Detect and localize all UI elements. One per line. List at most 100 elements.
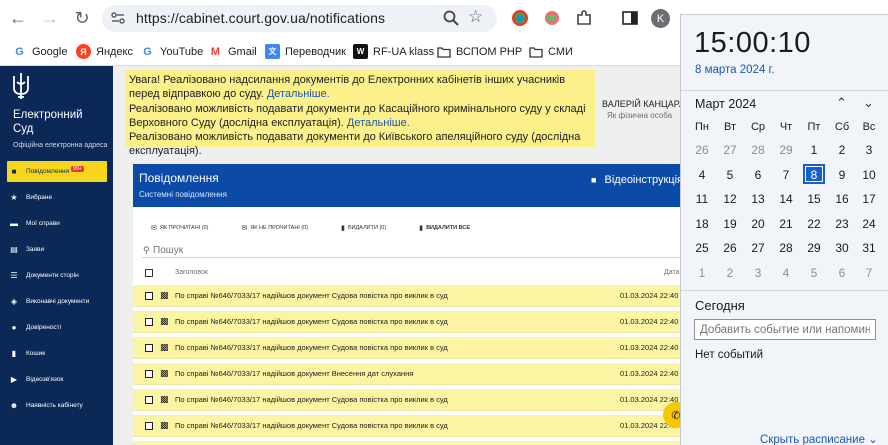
clock-date[interactable]: 8 марта 2024 г. — [695, 64, 775, 76]
calendar-day[interactable]: 9 — [828, 164, 856, 186]
calendar-day[interactable]: 23 — [828, 213, 856, 235]
bookmark-star-icon[interactable]: ☆ — [468, 7, 483, 27]
calendar-day[interactable]: 4 — [772, 262, 800, 284]
row-checkbox[interactable] — [145, 422, 153, 430]
calendar-day[interactable]: 16 — [828, 188, 856, 210]
delete-selected-button[interactable]: ▮ ВИДАЛИТИ (0) — [341, 223, 386, 233]
calendar-day[interactable]: 3 — [744, 262, 772, 284]
calendar-day[interactable]: 2 — [716, 262, 744, 284]
user-name[interactable]: ВАЛЕРІЙ КАНЦАРА — [602, 99, 680, 109]
row-subject[interactable]: По справі №646/7033/17 надійшов документ… — [175, 291, 448, 300]
calendar-day[interactable]: 5 — [716, 164, 744, 186]
sidebar-item-video-link[interactable]: ▶ Відеозв'язок — [7, 369, 107, 389]
calendar-day[interactable]: 29 — [800, 237, 828, 259]
table-row[interactable]: ▩По справі №646/7033/17 надійшов докумен… — [133, 363, 680, 385]
calendar-day[interactable]: 19 — [716, 213, 744, 235]
bookmark-vspom-php[interactable]: ВСПОМ PHP — [436, 43, 522, 60]
side-panel-icon[interactable] — [621, 9, 639, 27]
calendar-day[interactable]: 6 — [828, 262, 856, 284]
calendar-day[interactable]: 27 — [744, 237, 772, 259]
row-subject[interactable]: По справі №646/7033/17 надійшов документ… — [175, 421, 448, 430]
calendar-day[interactable]: 26 — [688, 139, 716, 161]
table-row[interactable]: ▩По справі №646/7033/17 надійшов докумен… — [133, 441, 680, 445]
calendar-day[interactable]: 17 — [855, 188, 883, 210]
bookmark-rf-ua-klass[interactable]: W RF-UA klass — [353, 43, 434, 60]
bookmark-yandex[interactable]: Я Яндекс — [76, 43, 133, 60]
reload-icon[interactable]: ↻ — [70, 6, 94, 30]
bookmark-google[interactable]: G Google — [12, 43, 67, 60]
row-subject[interactable]: По справі №646/7033/17 надійшов документ… — [175, 317, 448, 326]
row-subject[interactable]: По справі №646/7033/17 надійшов документ… — [175, 369, 413, 378]
calendar-day[interactable]: 15 — [800, 188, 828, 210]
table-row[interactable]: ▩По справі №646/7033/17 надійшов докумен… — [133, 285, 680, 307]
bookmark-youtube[interactable]: G YouTube — [140, 43, 203, 60]
table-row[interactable]: ▩По справі №646/7033/17 надійшов докумен… — [133, 415, 680, 437]
calendar-day[interactable]: 10 — [855, 164, 883, 186]
row-subject[interactable]: По справі №646/7033/17 надійшов документ… — [175, 395, 448, 404]
calendar-day[interactable]: 29 — [772, 139, 800, 161]
select-all-checkbox[interactable] — [145, 269, 153, 277]
row-checkbox[interactable] — [145, 318, 153, 326]
sidebar-item-applications[interactable]: ▤ Заяви — [7, 239, 107, 259]
calendar-day[interactable]: 30 — [828, 237, 856, 259]
row-checkbox[interactable] — [145, 396, 153, 404]
flag-extension-icon[interactable] — [543, 9, 561, 27]
details-link-2[interactable]: Детальніше. — [347, 117, 410, 129]
sidebar-item-trash[interactable]: ▮ Кошик — [7, 343, 107, 363]
bookmark-gmail[interactable]: M Gmail — [208, 43, 257, 60]
bookmark-translator[interactable]: 文 Переводчик — [265, 43, 346, 60]
row-checkbox[interactable] — [145, 292, 153, 300]
calendar-day[interactable]: 7 — [772, 164, 800, 186]
sidebar-item-party-documents[interactable]: ☰ Документи сторін — [7, 265, 107, 285]
color-picker-extension-icon[interactable] — [511, 9, 529, 27]
calendar-day[interactable]: 12 — [716, 188, 744, 210]
calendar-day[interactable]: 24 — [855, 213, 883, 235]
details-link-1[interactable]: Детальніше. — [267, 88, 330, 100]
row-checkbox[interactable] — [145, 370, 153, 378]
calendar-day[interactable]: 25 — [688, 237, 716, 259]
sidebar-item-executive-documents[interactable]: ◈ Виконавчі документи — [7, 291, 107, 311]
forward-icon[interactable]: → — [38, 6, 62, 30]
sidebar-item-my-cases[interactable]: ▬ Мої справи — [7, 213, 107, 233]
calendar-month-label[interactable]: Март 2024 — [695, 97, 756, 111]
calendar-day[interactable]: 20 — [744, 213, 772, 235]
calendar-day[interactable]: 28 — [744, 139, 772, 161]
chevron-up-icon[interactable]: ⌃ — [836, 95, 847, 111]
row-checkbox[interactable] — [145, 344, 153, 352]
sidebar-item-cabinet-availability[interactable]: ☻ Наявність кабінету — [7, 395, 107, 415]
site-settings-icon[interactable] — [110, 10, 126, 26]
calendar-day[interactable]: 31 — [855, 237, 883, 259]
calendar-day-today[interactable]: 8 — [800, 163, 828, 186]
calendar-day[interactable]: 1 — [688, 262, 716, 284]
calendar-day[interactable]: 14 — [772, 188, 800, 210]
zoom-icon[interactable] — [442, 9, 460, 27]
column-subject[interactable]: Заголовок — [175, 269, 208, 276]
calendar-day[interactable]: 21 — [772, 213, 800, 235]
address-bar[interactable]: https://cabinet.court.gov.ua/notificatio… — [102, 5, 497, 32]
calendar-day[interactable]: 4 — [688, 164, 716, 186]
extensions-puzzle-icon[interactable] — [575, 9, 593, 27]
sidebar-item-powers-of-attorney[interactable]: ● Довіреності — [7, 317, 107, 337]
calendar-day[interactable]: 6 — [744, 164, 772, 186]
delete-all-button[interactable]: ▮ ВИДАЛИТИ ВСЕ — [419, 223, 470, 233]
chevron-down-icon[interactable]: ⌄ — [863, 95, 874, 111]
column-date[interactable]: Дата — [664, 269, 680, 276]
add-event-input[interactable] — [694, 319, 876, 340]
sidebar-item-favorites[interactable]: ★ Вибране — [7, 187, 107, 207]
hide-schedule-link[interactable]: Скрыть расписание ⌄ — [760, 432, 878, 445]
calendar-day[interactable]: 18 — [688, 213, 716, 235]
row-subject[interactable]: По справі №646/7033/17 надійшов документ… — [175, 343, 448, 352]
table-row[interactable]: ▩По справі №646/7033/17 надійшов докумен… — [133, 337, 680, 359]
calendar-day[interactable]: 27 — [716, 139, 744, 161]
back-icon[interactable]: ← — [6, 6, 30, 30]
calendar-day[interactable]: 2 — [828, 139, 856, 161]
sidebar-item-notifications[interactable]: ■ Повідомлення 99+ — [7, 161, 107, 182]
table-row[interactable]: ▩По справі №646/7033/17 надійшов докумен… — [133, 311, 680, 333]
calendar-day[interactable]: 7 — [855, 262, 883, 284]
search-input[interactable] — [153, 244, 453, 257]
table-row[interactable]: ▩По справі №646/7033/17 надійшов докумен… — [133, 389, 680, 411]
calendar-day[interactable]: 26 — [716, 237, 744, 259]
calendar-day[interactable]: 1 — [800, 139, 828, 161]
calendar-day[interactable]: 28 — [772, 237, 800, 259]
calendar-day[interactable]: 22 — [800, 213, 828, 235]
